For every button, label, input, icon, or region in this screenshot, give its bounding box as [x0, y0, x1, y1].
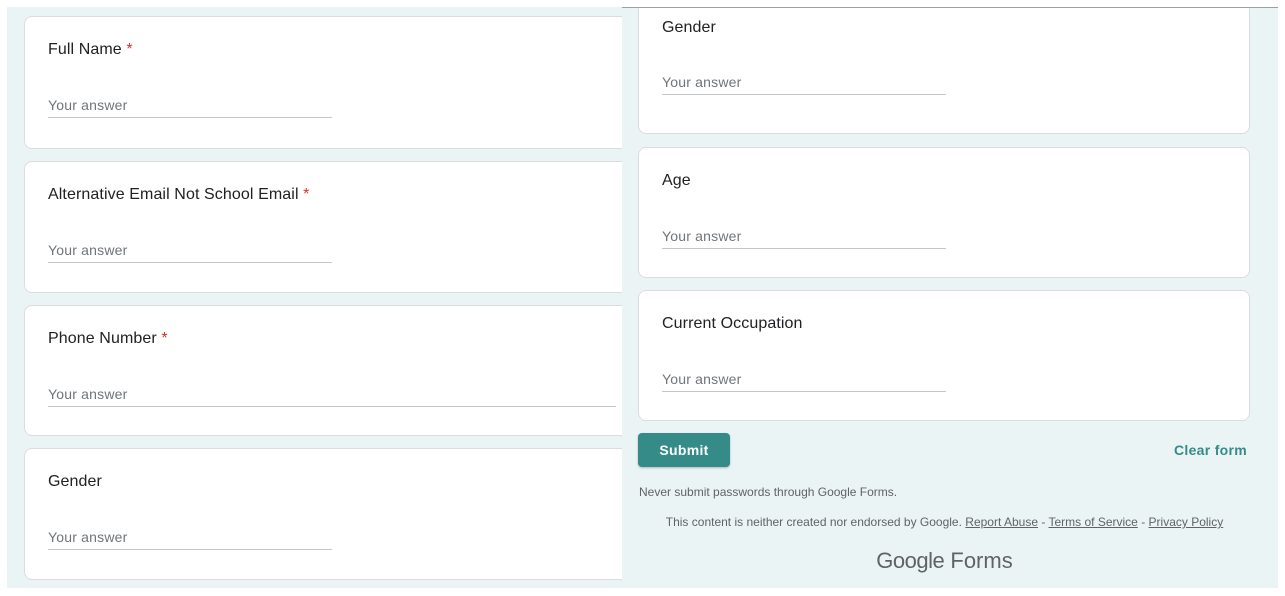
report-abuse-link[interactable]: Report Abuse — [965, 515, 1038, 529]
question-title: Alternative Email Not School Email * — [48, 186, 310, 203]
submit-button[interactable]: Submit — [638, 433, 730, 467]
full-name-input[interactable]: Your answer — [48, 96, 332, 118]
age-input[interactable]: Your answer — [662, 227, 946, 249]
question-title: Phone Number * — [48, 330, 168, 347]
question-title: Gender — [662, 19, 716, 36]
question-card-full-name: Full Name * Your answer — [24, 16, 622, 149]
question-card-gender: Gender Your answer — [638, 8, 1250, 134]
question-card-alternative-email: Alternative Email Not School Email * You… — [24, 161, 622, 293]
question-card-gender: Gender Your answer — [24, 448, 622, 580]
question-title: Full Name * — [48, 41, 133, 58]
gender-input[interactable]: Your answer — [662, 73, 946, 95]
required-asterisk: * — [303, 186, 310, 203]
terms-of-service-link[interactable]: Terms of Service — [1048, 515, 1137, 529]
question-title: Current Occupation — [662, 315, 803, 332]
google-forms-logo[interactable]: Google Forms — [622, 548, 1267, 574]
form-right-view: Gender Your answer Age Your answer Curre… — [622, 7, 1278, 588]
alternative-email-input[interactable]: Your answer — [48, 241, 332, 263]
privacy-policy-link[interactable]: Privacy Policy — [1149, 515, 1224, 529]
current-occupation-input[interactable]: Your answer — [662, 370, 946, 392]
question-title: Age — [662, 172, 691, 189]
password-warning: Never submit passwords through Google Fo… — [639, 485, 898, 499]
form-left-view: Full Name * Your answer Alternative Emai… — [7, 7, 622, 588]
clear-form-button[interactable]: Clear form — [1174, 442, 1247, 458]
required-asterisk: * — [161, 330, 168, 347]
question-title: Gender — [48, 473, 102, 490]
footer-disclaimer: This content is neither created nor endo… — [665, 515, 1224, 529]
question-card-age: Age Your answer — [638, 147, 1250, 278]
gender-input[interactable]: Your answer — [48, 528, 332, 550]
question-card-phone-number: Phone Number * Your answer — [24, 305, 622, 436]
phone-number-input[interactable]: Your answer — [48, 385, 616, 407]
question-card-current-occupation: Current Occupation Your answer — [638, 290, 1250, 421]
required-asterisk: * — [126, 41, 133, 58]
